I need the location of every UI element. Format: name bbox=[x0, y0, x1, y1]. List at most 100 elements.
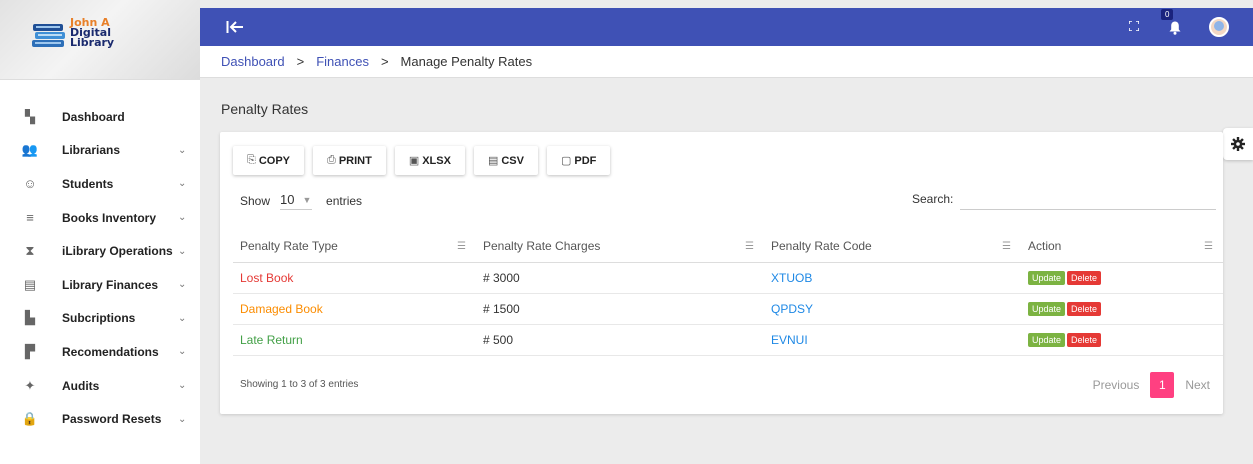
print-button[interactable]: ⎙ PRINT bbox=[313, 146, 386, 175]
puzzle-icon: ✦ bbox=[24, 377, 36, 393]
collapse-sidebar-button[interactable] bbox=[226, 20, 244, 34]
breadcrumb-dashboard[interactable]: Dashboard bbox=[221, 54, 285, 69]
logo-text: John A Digital Library bbox=[70, 17, 114, 48]
update-button[interactable]: Update bbox=[1028, 302, 1066, 316]
top-bar: 0 bbox=[200, 8, 1253, 46]
penalty-charges-cell: # 500 bbox=[476, 324, 764, 356]
sidebar-item-label: Librarians bbox=[62, 143, 121, 158]
page-1-button[interactable]: 1 bbox=[1150, 372, 1175, 398]
breadcrumb-separator: > bbox=[296, 54, 305, 69]
settings-button[interactable] bbox=[1223, 128, 1253, 160]
notifications-button[interactable]: 0 bbox=[1161, 9, 1185, 37]
sidebar-item-label: Audits bbox=[62, 378, 100, 393]
delete-button[interactable]: Delete bbox=[1067, 333, 1102, 347]
sidebar-item-label: Students bbox=[62, 176, 114, 191]
finance-icon: ▤ bbox=[23, 276, 37, 292]
app: John A Digital Library ▚ Dashboard 👥 Librar… bbox=[0, 0, 1253, 464]
penalty-code-cell: QPDSY bbox=[764, 293, 1021, 325]
csv-icon: ▤ bbox=[487, 155, 499, 167]
action-cell: Update Delete bbox=[1021, 324, 1223, 356]
sidebar-item-audits[interactable]: ✦ Audits ⌄ bbox=[0, 369, 200, 403]
header-action[interactable]: Action ☰ bbox=[1021, 231, 1223, 263]
operations-icon: ⧗ bbox=[25, 243, 35, 259]
header-penalty-rate-charges[interactable]: Penalty Rate Charges ☰ bbox=[476, 231, 764, 263]
header-label: Penalty Rate Type bbox=[240, 239, 338, 254]
table-body: Lost Book # 3000 XTUOB Update Delete Damaged … bbox=[233, 262, 1223, 356]
logo-area: John A Digital Library bbox=[0, 0, 200, 80]
sidebar-item-books-inventory[interactable]: ≡ Books Inventory ⌄ bbox=[0, 201, 200, 235]
show-label: Show bbox=[240, 194, 271, 208]
fullscreen-glyph-icon bbox=[1128, 19, 1140, 32]
search-input[interactable] bbox=[960, 188, 1216, 210]
sidebar-item-ilibrary-operations[interactable]: ⧗ iLibrary Operations ⌄ bbox=[0, 234, 200, 268]
button-label: COPY bbox=[258, 154, 290, 167]
header-label: Action bbox=[1028, 239, 1062, 254]
button-label: PDF bbox=[574, 154, 597, 167]
table-row: Late Return # 500 EVNUI Update Delete bbox=[233, 324, 1223, 356]
sidebar-item-students[interactable]: ☺ Students ⌄ bbox=[0, 167, 200, 201]
recommendations-icon: ▛ bbox=[25, 343, 35, 359]
header-label: Penalty Rate Code bbox=[771, 239, 872, 254]
gear-icon bbox=[1231, 137, 1245, 151]
sidebar-item-library-finances[interactable]: ▤ Library Finances ⌄ bbox=[0, 268, 200, 302]
breadcrumb-finances[interactable]: Finances bbox=[316, 54, 369, 69]
table-row: Damaged Book # 1500 QPDSY Update Delete bbox=[233, 293, 1223, 325]
action-cell: Update Delete bbox=[1021, 262, 1223, 294]
chevron-down-icon: ⌄ bbox=[178, 413, 187, 425]
penalty-type-cell: Late Return bbox=[233, 324, 476, 356]
entries-label: entries bbox=[326, 194, 363, 208]
sort-icon: ☰ bbox=[1002, 241, 1011, 252]
sidebar-item-label: iLibrary Operations bbox=[62, 244, 173, 259]
sidebar-item-label: Password Resets bbox=[62, 412, 162, 427]
breadcrumb-current: Manage Penalty Rates bbox=[400, 54, 533, 69]
xlsx-button[interactable]: ▣ XLSX bbox=[394, 146, 465, 175]
list-icon: ≡ bbox=[26, 210, 34, 226]
table-row: Lost Book # 3000 XTUOB Update Delete bbox=[233, 262, 1223, 294]
chevron-down-icon: ⌄ bbox=[178, 144, 187, 156]
button-label: PRINT bbox=[338, 154, 372, 167]
next-page-button[interactable]: Next bbox=[1185, 378, 1210, 392]
notification-badge: 0 bbox=[1161, 9, 1174, 20]
xlsx-icon: ▣ bbox=[408, 155, 420, 167]
sidebar-item-label: Books Inventory bbox=[62, 210, 157, 225]
pagination: Previous 1 Next bbox=[1093, 372, 1210, 398]
bell-icon bbox=[1169, 21, 1181, 35]
user-avatar[interactable] bbox=[1209, 17, 1229, 37]
pdf-button[interactable]: ▢ PDF bbox=[546, 146, 611, 175]
delete-button[interactable]: Delete bbox=[1067, 271, 1102, 285]
fullscreen-icon[interactable] bbox=[1128, 19, 1140, 34]
dashboard-icon: ▚ bbox=[25, 108, 35, 124]
penalty-rates-table: Penalty Rate Type ☰ Penalty Rate Charges ☰… bbox=[233, 231, 1223, 356]
sidebar-item-librarians[interactable]: 👥 Librarians ⌄ bbox=[0, 134, 200, 168]
penalty-charges-cell: # 3000 bbox=[476, 262, 764, 294]
export-buttons: ⎘ COPY ⎙ PRINT ▣ XLSX ▤ CSV ▢ PDF bbox=[233, 146, 619, 175]
sidebar-item-password-resets[interactable]: 🔒 Password Resets ⌄ bbox=[0, 402, 200, 436]
subscriptions-icon: ▙ bbox=[25, 310, 35, 326]
penalty-code-cell: EVNUI bbox=[764, 324, 1021, 356]
pdf-icon: ▢ bbox=[560, 155, 572, 167]
sidebar-item-dashboard[interactable]: ▚ Dashboard bbox=[0, 100, 200, 134]
chevron-down-icon: ⌄ bbox=[178, 312, 187, 324]
delete-button[interactable]: Delete bbox=[1067, 302, 1102, 316]
logo[interactable]: John A Digital Library bbox=[30, 17, 140, 52]
sidebar-item-subcriptions[interactable]: ▙ Subcriptions ⌄ bbox=[0, 302, 200, 336]
update-button[interactable]: Update bbox=[1028, 333, 1066, 347]
copy-icon: ⎘ bbox=[247, 154, 256, 166]
update-button[interactable]: Update bbox=[1028, 271, 1066, 285]
button-label: CSV bbox=[501, 154, 524, 167]
entries-select[interactable]: 10 ▼ bbox=[280, 192, 313, 210]
sidebar-menu: ▚ Dashboard 👥 Librarians ⌄ ☺ Students ⌄ ≡ Books I… bbox=[0, 80, 200, 436]
sort-icon: ☰ bbox=[745, 241, 754, 252]
header-penalty-rate-type[interactable]: Penalty Rate Type ☰ bbox=[233, 231, 476, 263]
breadcrumb-separator: > bbox=[380, 54, 389, 69]
csv-button[interactable]: ▤ CSV bbox=[473, 146, 538, 175]
copy-button[interactable]: ⎘ COPY bbox=[233, 146, 304, 175]
sidebar-item-recomendations[interactable]: ▛ Recomendations ⌄ bbox=[0, 335, 200, 369]
top-bar-actions: 0 bbox=[1128, 9, 1229, 37]
chevron-down-icon: ⌄ bbox=[178, 178, 187, 190]
sidebar-item-label: Library Finances bbox=[62, 277, 159, 292]
previous-page-button[interactable]: Previous bbox=[1093, 378, 1140, 392]
chevron-down-icon: ⌄ bbox=[178, 380, 187, 392]
header-penalty-rate-code[interactable]: Penalty Rate Code ☰ bbox=[764, 231, 1021, 263]
sort-icon: ☰ bbox=[457, 241, 466, 252]
